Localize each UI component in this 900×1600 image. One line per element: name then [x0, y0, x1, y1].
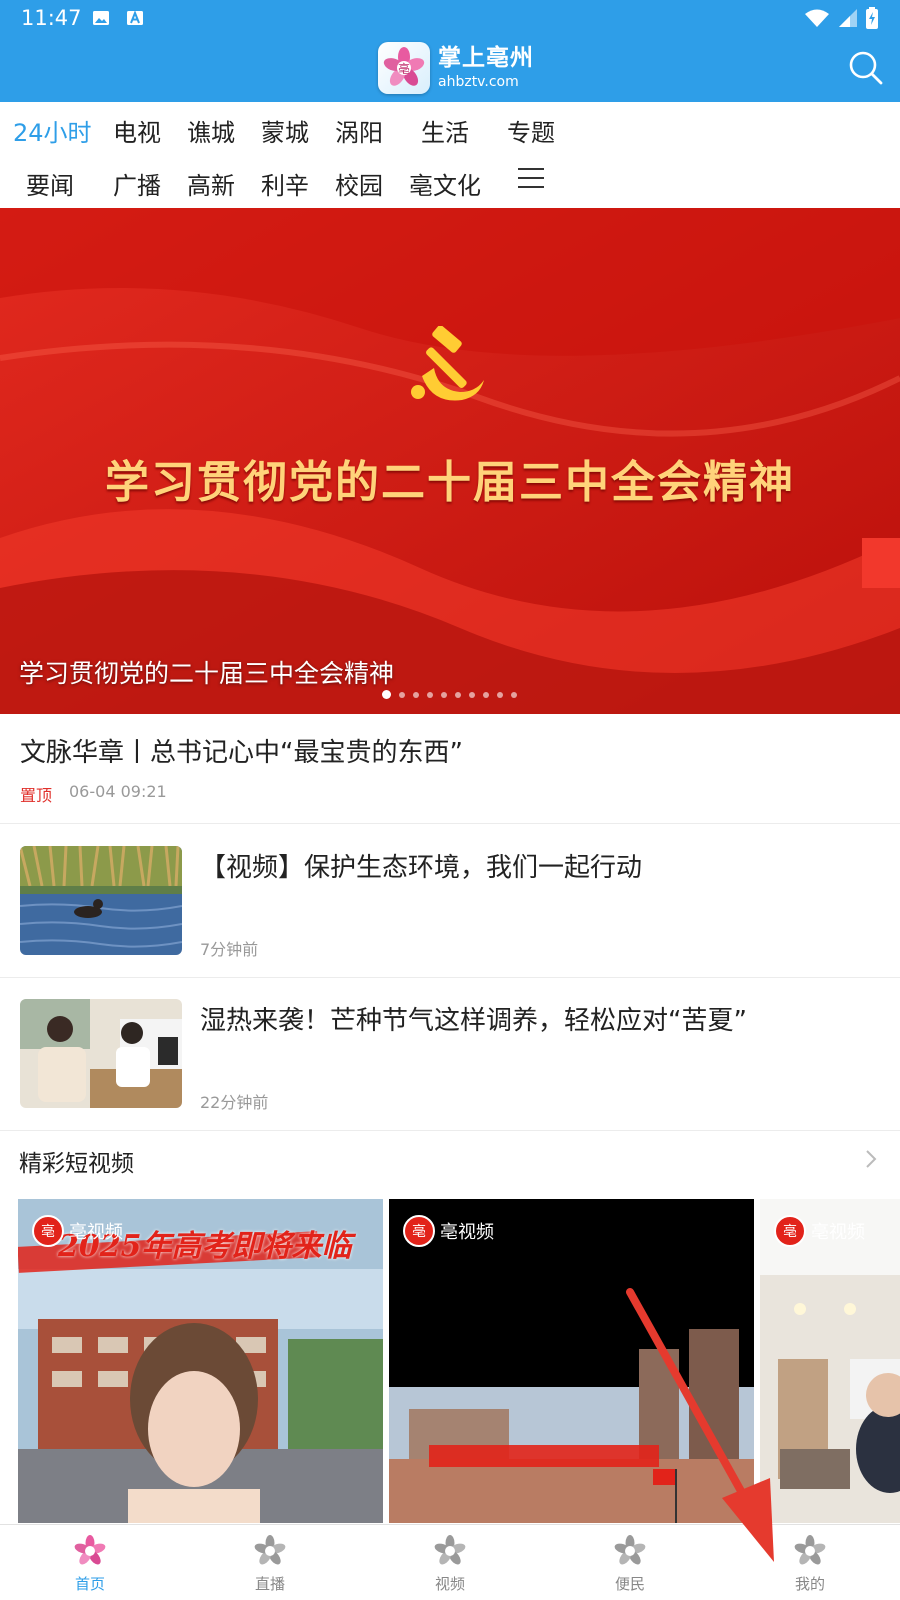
- nav-video[interactable]: 视频: [360, 1525, 540, 1600]
- home-flower-icon: [74, 1535, 106, 1565]
- tab-radio[interactable]: 广播: [113, 166, 161, 201]
- services-flower-icon: [614, 1535, 646, 1565]
- tab-headlines[interactable]: 要闻: [26, 166, 74, 201]
- category-tabs: 24小时 电视 谯城 蒙城 涡阳 生活 专题 要闻 广播 高新 利辛 校园 亳文…: [0, 102, 900, 208]
- logo-title: 掌上亳州: [438, 45, 534, 71]
- svg-text:亳: 亳: [41, 1223, 55, 1240]
- bottom-navigation: 首页 直播 视频 便民 我的: [0, 1524, 900, 1600]
- tab-lixin[interactable]: 利辛: [261, 166, 309, 201]
- signal-icon: [839, 9, 857, 27]
- carousel-dot: [382, 690, 391, 699]
- carousel-dot: [413, 691, 419, 698]
- pinned-time: 06-04 09:21: [69, 782, 167, 801]
- battery-charging-icon: [866, 7, 878, 29]
- logo-flower-icon: 亳: [378, 42, 430, 94]
- banner-headline: 学习贯彻党的二十届三中全会精神: [105, 457, 795, 508]
- carousel-dot: [497, 691, 503, 698]
- bo-video-logo-icon: 亳: [32, 1215, 64, 1247]
- video-thumbnail-office: [760, 1199, 900, 1523]
- video-thumbnail-building: [389, 1199, 754, 1523]
- nav-services[interactable]: 便民: [540, 1525, 720, 1600]
- nav-label: 便民: [614, 1575, 645, 1593]
- news-thumbnail-clinic: [20, 999, 182, 1108]
- search-icon[interactable]: [848, 50, 884, 86]
- section-title: 精彩短视频: [19, 1151, 134, 1177]
- nav-label: 我的: [794, 1575, 825, 1593]
- video-brand-label: 亳视频: [440, 1222, 494, 1243]
- nav-label: 视频: [434, 1575, 465, 1593]
- pinned-tag: 置顶: [20, 786, 53, 805]
- pinned-news-item[interactable]: 文脉华章丨总书记心中“最宝贵的东西” 置顶 06-04 09:21: [0, 714, 900, 824]
- system-icons: [804, 7, 878, 29]
- banner-caption: 学习贯彻党的二十届三中全会精神: [19, 659, 395, 688]
- gallery-notification-icon: [93, 11, 109, 25]
- svg-text:亳: 亳: [398, 61, 410, 76]
- tab-qiaocheng[interactable]: 谯城: [187, 113, 235, 148]
- short-video-card[interactable]: 亳 亳视频: [389, 1199, 754, 1523]
- svg-text:亳: 亳: [412, 1223, 426, 1240]
- nav-home[interactable]: 首页: [0, 1525, 180, 1600]
- tab-topics[interactable]: 专题: [507, 113, 555, 148]
- status-bar: 11:47: [0, 0, 900, 36]
- carousel-dot: [455, 691, 461, 698]
- status-time: 11:47: [21, 6, 82, 30]
- menu-icon[interactable]: [518, 168, 544, 190]
- chevron-right-icon[interactable]: [864, 1148, 878, 1170]
- news-title: 【视频】保护生态环境，我们一起行动: [200, 853, 643, 883]
- nav-mine[interactable]: 我的: [720, 1525, 900, 1600]
- live-flower-icon: [254, 1535, 286, 1565]
- mine-flower-icon: [794, 1535, 826, 1565]
- video-brand-label: 亳视频: [69, 1222, 123, 1243]
- banner-carousel[interactable]: 学习贯彻党的二十届三中全会精神 学习贯彻党的二十届三中全会精神: [0, 208, 900, 714]
- nav-live[interactable]: 直播: [180, 1525, 360, 1600]
- video-brand: 亳 亳视频: [403, 1215, 494, 1247]
- app-notification-icon: [127, 10, 143, 25]
- tab-bo-culture[interactable]: 亳文化: [409, 166, 481, 201]
- short-video-card[interactable]: 2025年高考即将来临 亳 亳视频: [18, 1199, 383, 1523]
- carousel-dot: [427, 691, 433, 698]
- carousel-dot: [441, 691, 447, 698]
- news-time: 7分钟前: [200, 940, 259, 959]
- short-video-card[interactable]: 亳 亳视频: [760, 1199, 900, 1523]
- news-title: 湿热来袭！芒种节气这样调养，轻松应对“苦夏”: [200, 1006, 747, 1036]
- video-brand: 亳 亳视频: [32, 1215, 123, 1247]
- tab-gaoxin[interactable]: 高新: [187, 166, 235, 201]
- carousel-dot: [483, 691, 489, 698]
- nav-label: 直播: [254, 1575, 285, 1593]
- tab-guoyang[interactable]: 涡阳: [335, 113, 383, 148]
- carousel-dot: [469, 691, 475, 698]
- wifi-icon: [805, 9, 829, 27]
- news-item[interactable]: 【视频】保护生态环境，我们一起行动 7分钟前: [0, 825, 900, 978]
- bo-video-logo-icon: 亳: [774, 1215, 806, 1247]
- tab-campus[interactable]: 校园: [335, 166, 383, 201]
- pinned-title: 文脉华章丨总书记心中“最宝贵的东西”: [20, 738, 463, 768]
- logo-domain: ahbztv.com: [438, 74, 519, 90]
- short-video-section-header[interactable]: 精彩短视频: [0, 1130, 900, 1200]
- tab-life[interactable]: 生活: [421, 113, 469, 148]
- bo-video-logo-icon: 亳: [403, 1215, 435, 1247]
- news-item[interactable]: 湿热来袭！芒种节气这样调养，轻松应对“苦夏” 22分钟前: [0, 978, 900, 1131]
- news-time: 22分钟前: [200, 1093, 269, 1112]
- hammer-sickle-icon: [411, 326, 484, 401]
- tab-tv[interactable]: 电视: [113, 113, 161, 148]
- video-brand: 亳 亳视频: [774, 1215, 865, 1247]
- video-flower-icon: [434, 1535, 466, 1565]
- carousel-dot: [399, 691, 405, 698]
- app-logo: 亳 掌上亳州 ahbztv.com: [378, 42, 534, 94]
- carousel-indicator: [382, 690, 517, 699]
- tab-24h[interactable]: 24小时: [13, 113, 92, 148]
- svg-text:亳: 亳: [783, 1223, 797, 1240]
- carousel-dot: [511, 691, 517, 698]
- nav-label: 首页: [74, 1575, 105, 1593]
- video-brand-label: 亳视频: [811, 1222, 865, 1243]
- news-thumbnail-duck: [20, 846, 182, 955]
- app-header: 11:47 亳 掌上亳州 ahbztv.com: [0, 0, 900, 102]
- tab-mengcheng[interactable]: 蒙城: [261, 113, 309, 148]
